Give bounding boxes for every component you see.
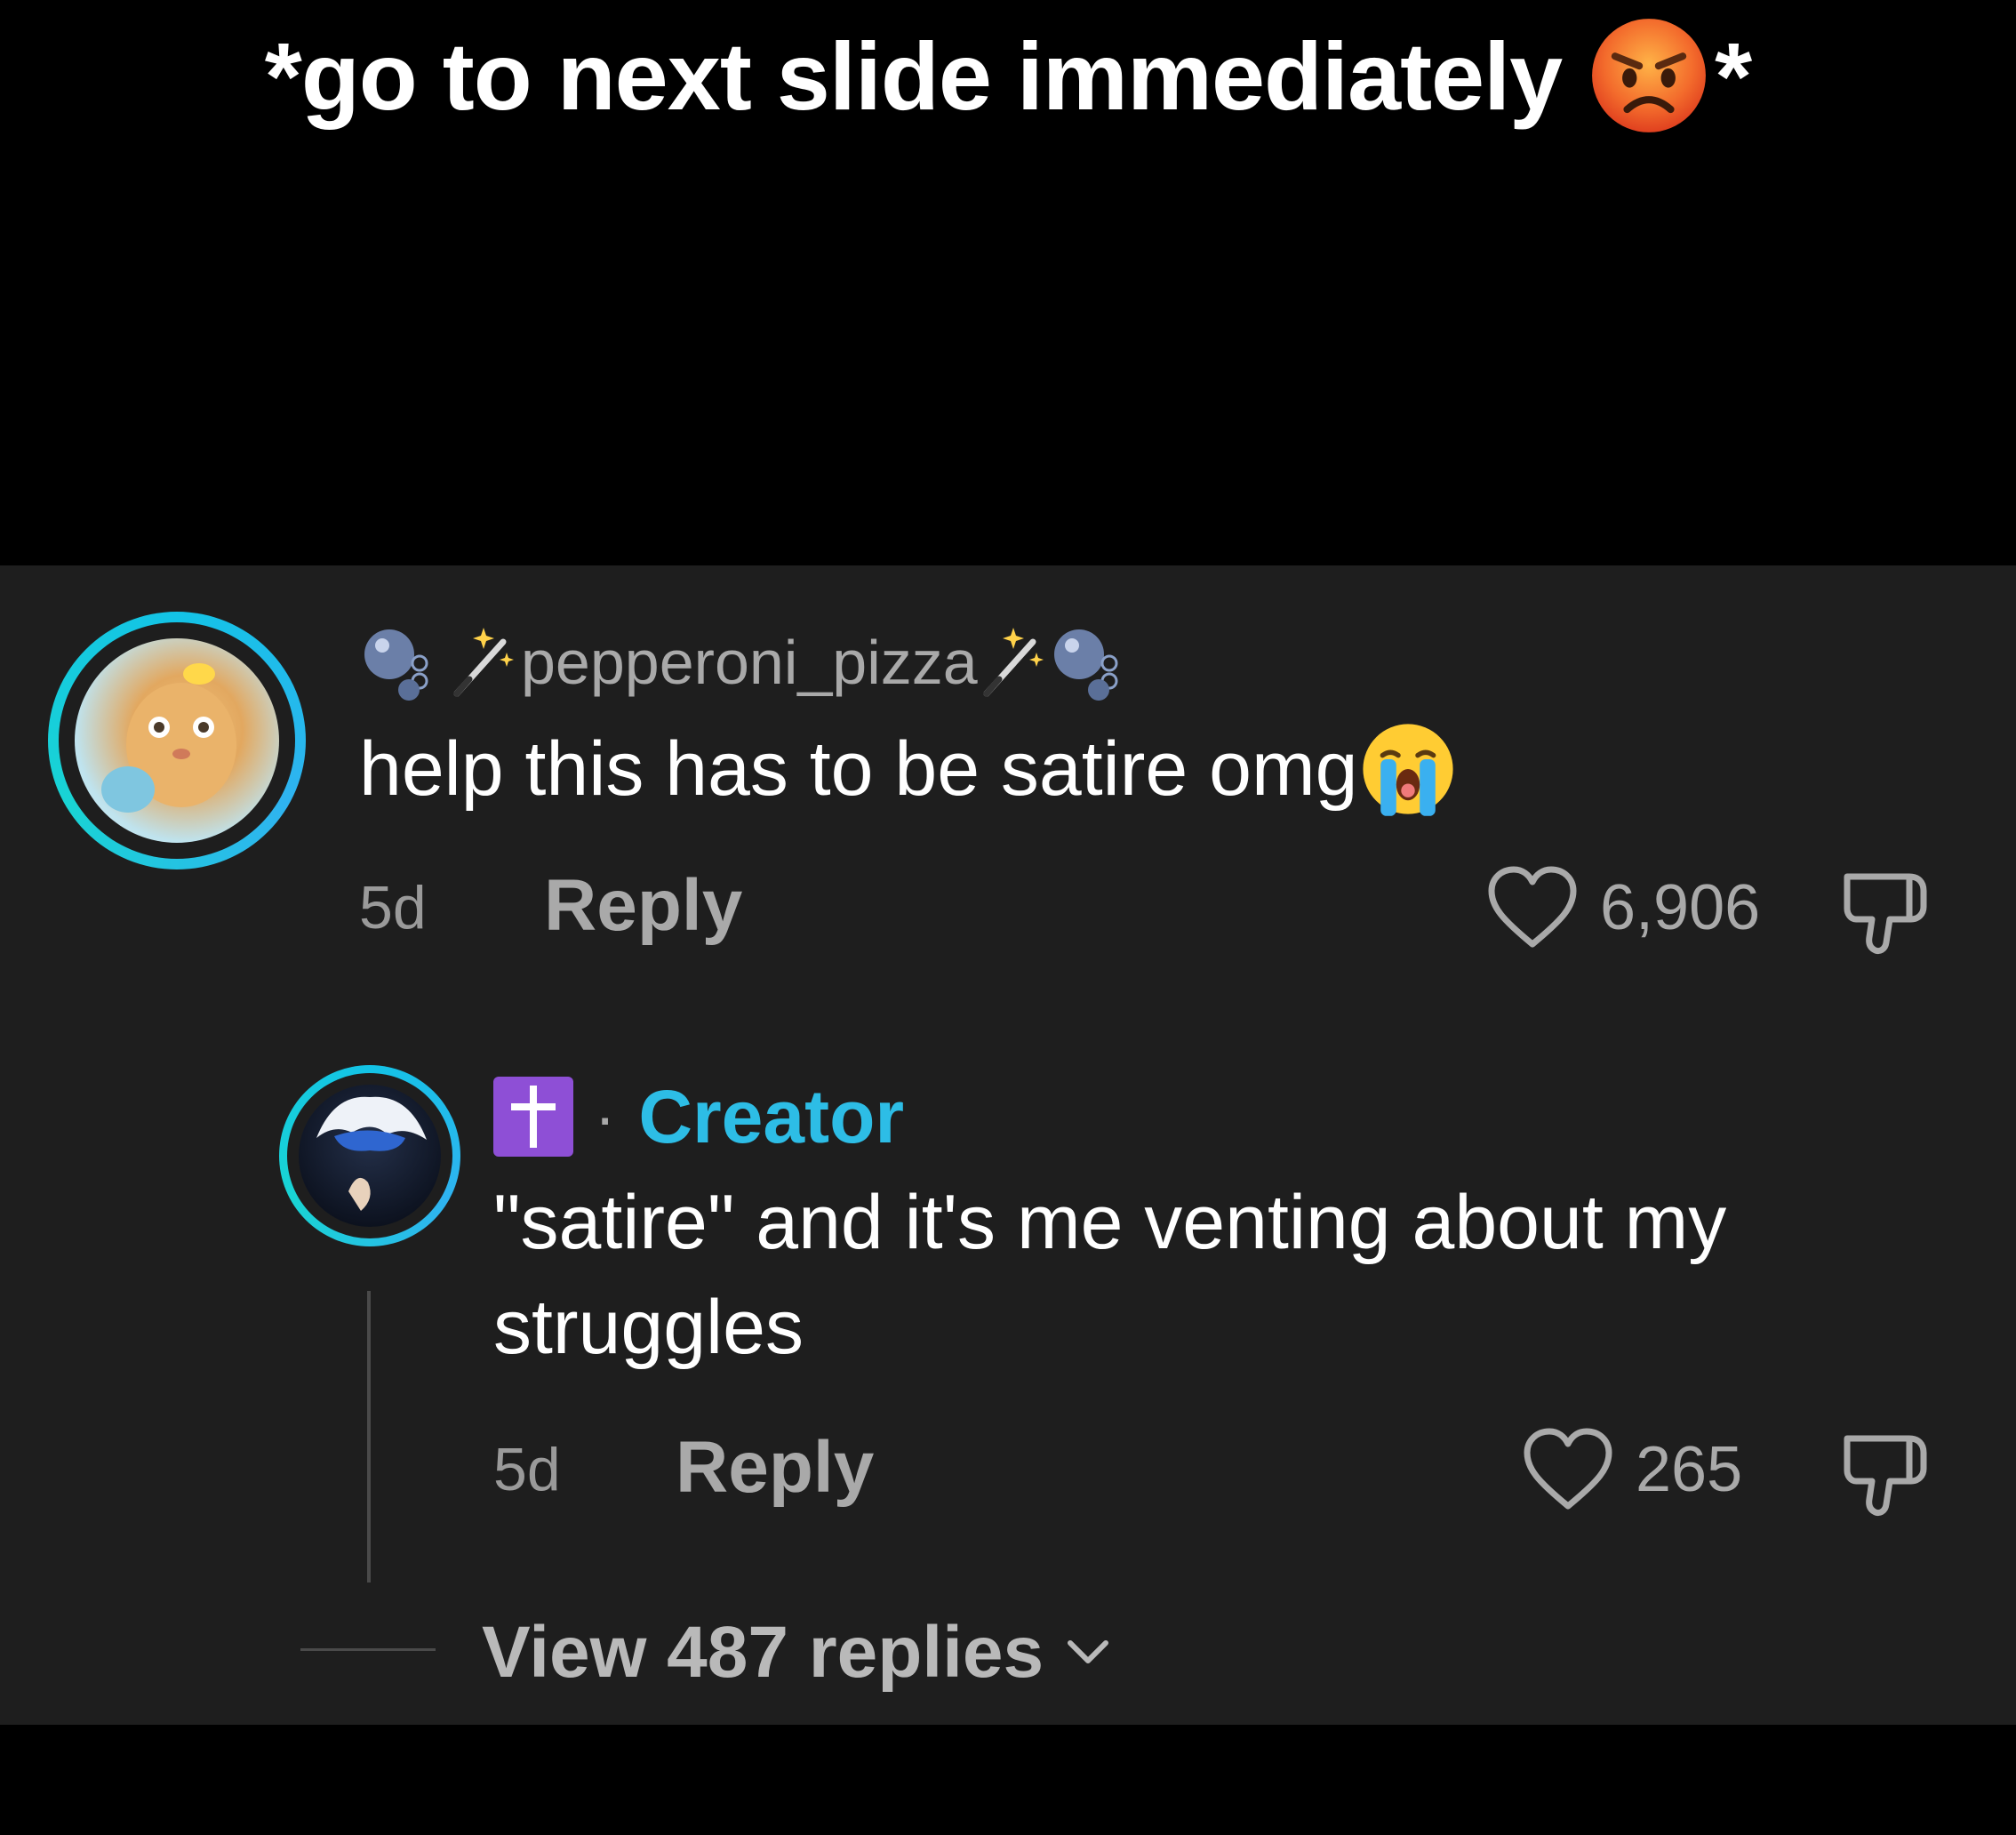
reply-button[interactable]: Reply bbox=[544, 864, 742, 948]
comment-timestamp: 5d bbox=[359, 874, 427, 942]
like-count: 6,906 bbox=[1600, 872, 1761, 943]
username[interactable]: pepperoni_pizza bbox=[359, 622, 1138, 702]
heart-icon[interactable] bbox=[1520, 1426, 1616, 1515]
bubbles-icon bbox=[364, 629, 428, 701]
anime-avatar-image bbox=[316, 1096, 427, 1211]
creator-label[interactable]: Creator bbox=[638, 1074, 904, 1160]
magic-wand-icon bbox=[983, 628, 1044, 697]
dislike-icon[interactable] bbox=[1838, 864, 1936, 962]
separator-dot: · bbox=[595, 1082, 616, 1151]
view-replies-divider bbox=[300, 1648, 436, 1651]
cat-avatar-image bbox=[101, 663, 236, 813]
comment-text: help this has to be satire omg bbox=[359, 715, 1457, 823]
caption: *go to next slide immediately * bbox=[0, 9, 2016, 142]
chevron-down-icon bbox=[1068, 1640, 1109, 1663]
magic-wand-icon bbox=[453, 628, 514, 697]
comment-body: help this has to be satire omg bbox=[359, 726, 1358, 812]
creator-avatar[interactable] bbox=[279, 1065, 460, 1246]
dislike-icon[interactable] bbox=[1838, 1426, 1936, 1524]
crying-face-emoji-icon bbox=[1363, 724, 1454, 816]
reply-timestamp: 5d bbox=[493, 1436, 561, 1503]
bubbles-icon bbox=[1053, 629, 1118, 701]
view-replies-button[interactable]: View 487 replies bbox=[482, 1611, 1115, 1695]
reply-button[interactable]: Reply bbox=[676, 1426, 874, 1510]
caption-suffix: * bbox=[1715, 21, 1752, 130]
heart-icon[interactable] bbox=[1484, 864, 1580, 953]
reply-text-line-2: struggles bbox=[493, 1285, 804, 1370]
avatar[interactable] bbox=[48, 612, 306, 869]
username-text: pepperoni_pizza bbox=[521, 628, 978, 697]
thread-line bbox=[367, 1291, 371, 1583]
view-replies-label: View 487 replies bbox=[482, 1612, 1044, 1693]
reply-text-line-1: "satire" and it's me venting about my bbox=[493, 1180, 1727, 1265]
angry-face-emoji-icon bbox=[1592, 19, 1707, 132]
bottom-bar bbox=[0, 1725, 2016, 1835]
caption-text: *go to next slide immediately bbox=[264, 21, 1563, 130]
like-count: 265 bbox=[1636, 1434, 1743, 1505]
latin-cross-icon bbox=[493, 1077, 573, 1157]
screen: *go to next slide immediately * pepperon… bbox=[0, 0, 2016, 1835]
creator-row: · Creator bbox=[493, 1074, 904, 1159]
